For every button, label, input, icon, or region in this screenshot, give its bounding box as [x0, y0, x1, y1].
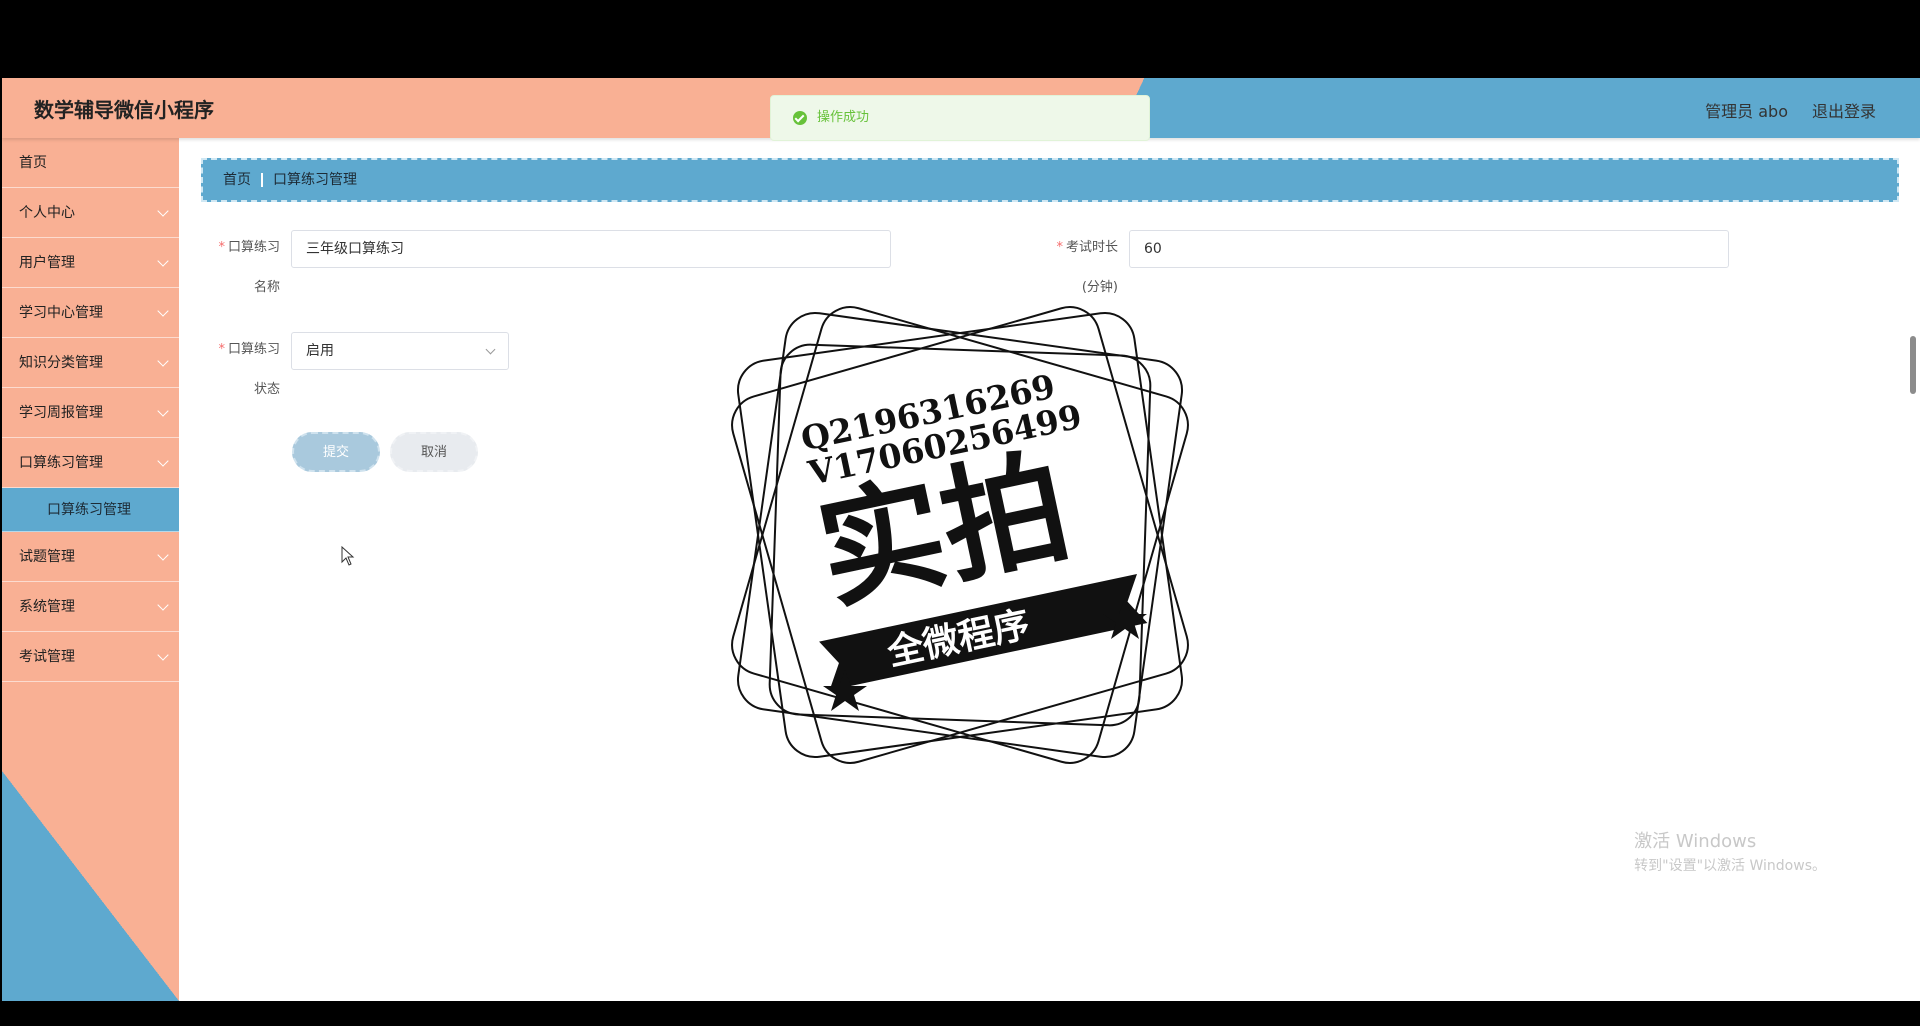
sidebar-item-oral-practice[interactable]: 口算练习管理 — [2, 438, 179, 488]
duration-label: * 考试时长 — [1056, 240, 1118, 255]
sidebar-item-exam-management[interactable]: 考试管理 — [2, 632, 179, 682]
sidebar-item-label: 系统管理 — [19, 599, 75, 615]
vertical-scrollbar[interactable] — [1910, 336, 1916, 394]
sidebar-item-label: 学习周报管理 — [19, 405, 103, 421]
watermark-line-2: 转到"设置"以激活 Windows。 — [1634, 858, 1826, 874]
app-title: 数学辅导微信小程序 — [34, 98, 214, 122]
duration-input[interactable]: 60 — [1129, 230, 1729, 268]
chevron-down-icon — [485, 344, 496, 355]
status-label: * 口算练习 — [218, 342, 280, 357]
sidebar-item-weekly-report[interactable]: 学习周报管理 — [2, 388, 179, 438]
sidebar-item-question-management[interactable]: 试题管理 — [2, 532, 179, 582]
sidebar-item-label: 口算练习管理 — [19, 455, 103, 471]
practice-name-input[interactable]: 三年级口算练习 — [291, 230, 891, 268]
watermark-line-1: 激活 Windows — [1634, 831, 1757, 852]
sidebar-item-home[interactable]: 首页 — [2, 138, 179, 188]
sidebar-item-system-management[interactable]: 系统管理 — [2, 582, 179, 632]
name-label: * 口算练习 — [218, 240, 280, 255]
chevron-down-icon — [157, 549, 169, 561]
watermark-stamp: Q2196316269 V17060256499 实拍 全微程序 — [731, 306, 1189, 764]
sidebar-item-label: 个人中心 — [19, 205, 75, 221]
sidebar-item-learning-center[interactable]: 学习中心管理 — [2, 288, 179, 338]
sidebar-item-label: 知识分类管理 — [19, 355, 103, 371]
status-select-value: 启用 — [306, 343, 334, 359]
status-label-line2: 状态 — [253, 382, 280, 397]
sidebar-item-label: 用户管理 — [19, 255, 75, 271]
chevron-down-icon — [157, 455, 169, 467]
chevron-down-icon — [157, 599, 169, 611]
breadcrumb-home[interactable]: 首页 — [223, 172, 251, 188]
breadcrumb-current: 口算练习管理 — [273, 172, 357, 188]
cancel-button[interactable]: 取消 — [390, 432, 478, 472]
windows-activation-watermark: 激活 Windows 转到"设置"以激活 Windows。 — [1634, 830, 1826, 878]
chevron-down-icon — [157, 405, 169, 417]
chevron-down-icon — [157, 205, 169, 217]
name-label-line2: 名称 — [253, 280, 280, 295]
logout-link[interactable]: 退出登录 — [1812, 98, 1876, 122]
sidebar-item-label: 考试管理 — [19, 649, 75, 665]
sidebar: 首页 个人中心 用户管理 学习中心管理 知识分类管理 学习周报管理 口算练习管理… — [2, 138, 179, 1001]
success-check-icon — [793, 111, 807, 125]
sidebar-item-label: 试题管理 — [19, 549, 75, 565]
toast-message: 操作成功 — [817, 110, 870, 125]
mouse-cursor-icon — [341, 546, 355, 566]
status-select[interactable]: 启用 — [291, 332, 509, 370]
sidebar-item-personal-center[interactable]: 个人中心 — [2, 188, 179, 238]
breadcrumb: 首页 口算练习管理 — [201, 158, 1899, 202]
sidebar-menu: 首页 个人中心 用户管理 学习中心管理 知识分类管理 学习周报管理 口算练习管理… — [2, 138, 179, 682]
sidebar-item-label: 学习中心管理 — [19, 305, 103, 321]
admin-label: 管理员 abo — [1705, 102, 1788, 121]
chevron-down-icon — [157, 649, 169, 661]
chevron-down-icon — [157, 255, 169, 267]
sidebar-item-label: 首页 — [19, 155, 47, 171]
chevron-down-icon — [157, 305, 169, 317]
sidebar-item-user-management[interactable]: 用户管理 — [2, 238, 179, 288]
sidebar-item-label: 口算练习管理 — [47, 502, 131, 518]
chevron-down-icon — [157, 355, 169, 367]
success-toast: 操作成功 — [770, 95, 1150, 141]
sidebar-subitem-oral-practice-active[interactable]: 口算练习管理 — [2, 488, 179, 532]
header-user-area: 管理员 abo 退出登录 — [1705, 98, 1876, 122]
breadcrumb-separator — [261, 173, 263, 187]
submit-button[interactable]: 提交 — [292, 432, 380, 472]
sidebar-item-knowledge-category[interactable]: 知识分类管理 — [2, 338, 179, 388]
